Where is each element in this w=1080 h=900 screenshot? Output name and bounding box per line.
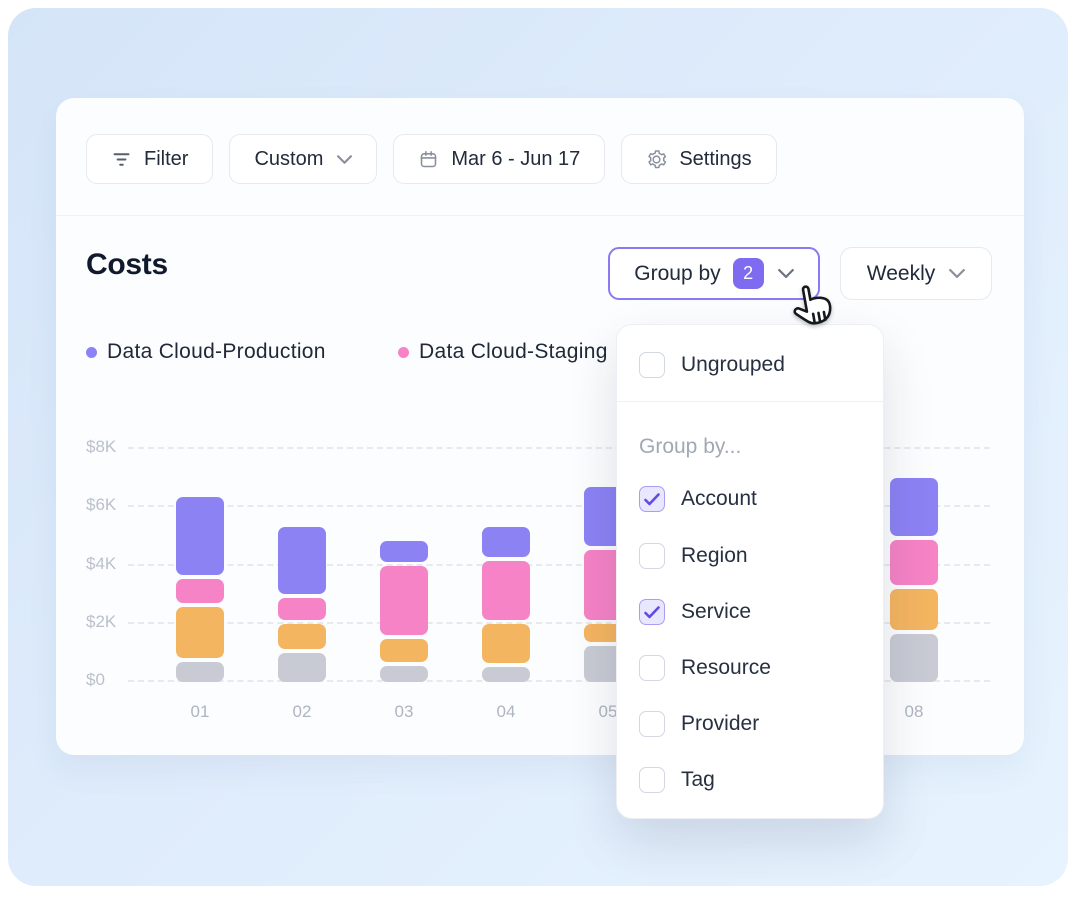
menu-options: Account Region Service Resource Provider Tag — [617, 470, 883, 808]
menu-section-label: Group by... — [617, 410, 883, 470]
checkbox-checked[interactable] — [639, 486, 665, 512]
x-axis-tick-label: 03 — [380, 702, 428, 722]
bar-segment-01[interactable] — [176, 662, 224, 682]
menu-item-region[interactable]: Region — [617, 528, 883, 584]
bar-segment-03[interactable] — [380, 639, 428, 662]
x-axis-tick-label: 04 — [482, 702, 530, 722]
app-background: Filter Custom — [8, 8, 1068, 886]
y-axis-tick-label: $2K — [86, 612, 130, 632]
checkbox-unchecked[interactable] — [639, 543, 665, 569]
bar-segment-01[interactable] — [176, 497, 224, 576]
bar-segment-04[interactable] — [482, 561, 530, 621]
checkbox-unchecked[interactable] — [639, 711, 665, 737]
bar-segment-02[interactable] — [278, 624, 326, 649]
bar-segment-03[interactable] — [380, 566, 428, 634]
y-axis-tick-label: $4K — [86, 554, 130, 574]
menu-item-label: Ungrouped — [681, 353, 785, 377]
group-by-menu: Ungrouped Group by... Account Region Servi… — [616, 324, 884, 819]
checkbox-unchecked[interactable] — [639, 655, 665, 681]
bar-segment-02[interactable] — [278, 527, 326, 594]
menu-item-provider[interactable]: Provider — [617, 696, 883, 752]
menu-item-resource[interactable]: Resource — [617, 640, 883, 696]
y-axis-tick-label: $6K — [86, 495, 130, 515]
page: Filter Custom — [0, 0, 1080, 900]
bar-segment-01[interactable] — [176, 607, 224, 658]
y-axis-tick-label: $0 — [86, 670, 130, 690]
menu-item-label: Region — [681, 544, 748, 568]
menu-divider — [617, 401, 883, 402]
bar-segment-03[interactable] — [380, 541, 428, 563]
x-axis-tick-label: 02 — [278, 702, 326, 722]
x-axis-tick-label: 08 — [890, 702, 938, 722]
bar-segment-08[interactable] — [890, 589, 938, 630]
menu-item-account[interactable]: Account — [617, 470, 883, 528]
menu-item-label: Tag — [681, 768, 715, 792]
menu-item-label: Service — [681, 600, 751, 624]
checkbox-checked[interactable] — [639, 599, 665, 625]
bar-segment-08[interactable] — [890, 540, 938, 585]
y-axis-tick-label: $8K — [86, 437, 130, 457]
menu-item-service[interactable]: Service — [617, 584, 883, 640]
bar-segment-08[interactable] — [890, 634, 938, 682]
bar-segment-02[interactable] — [278, 598, 326, 620]
bar-segment-01[interactable] — [176, 579, 224, 602]
menu-item-label: Resource — [681, 656, 771, 680]
bar-segment-04[interactable] — [482, 527, 530, 556]
bar-segment-04[interactable] — [482, 624, 530, 663]
menu-item-label: Account — [681, 487, 757, 511]
bar-segment-04[interactable] — [482, 667, 530, 682]
menu-item-tag[interactable]: Tag — [617, 752, 883, 808]
bar-segment-02[interactable] — [278, 653, 326, 682]
checkbox-ungrouped[interactable] — [639, 352, 665, 378]
x-axis-tick-label: 01 — [176, 702, 224, 722]
bar-segment-08[interactable] — [890, 478, 938, 536]
menu-item-ungrouped[interactable]: Ungrouped — [617, 337, 883, 393]
menu-item-label: Provider — [681, 712, 759, 736]
checkbox-unchecked[interactable] — [639, 767, 665, 793]
bar-segment-03[interactable] — [380, 666, 428, 682]
